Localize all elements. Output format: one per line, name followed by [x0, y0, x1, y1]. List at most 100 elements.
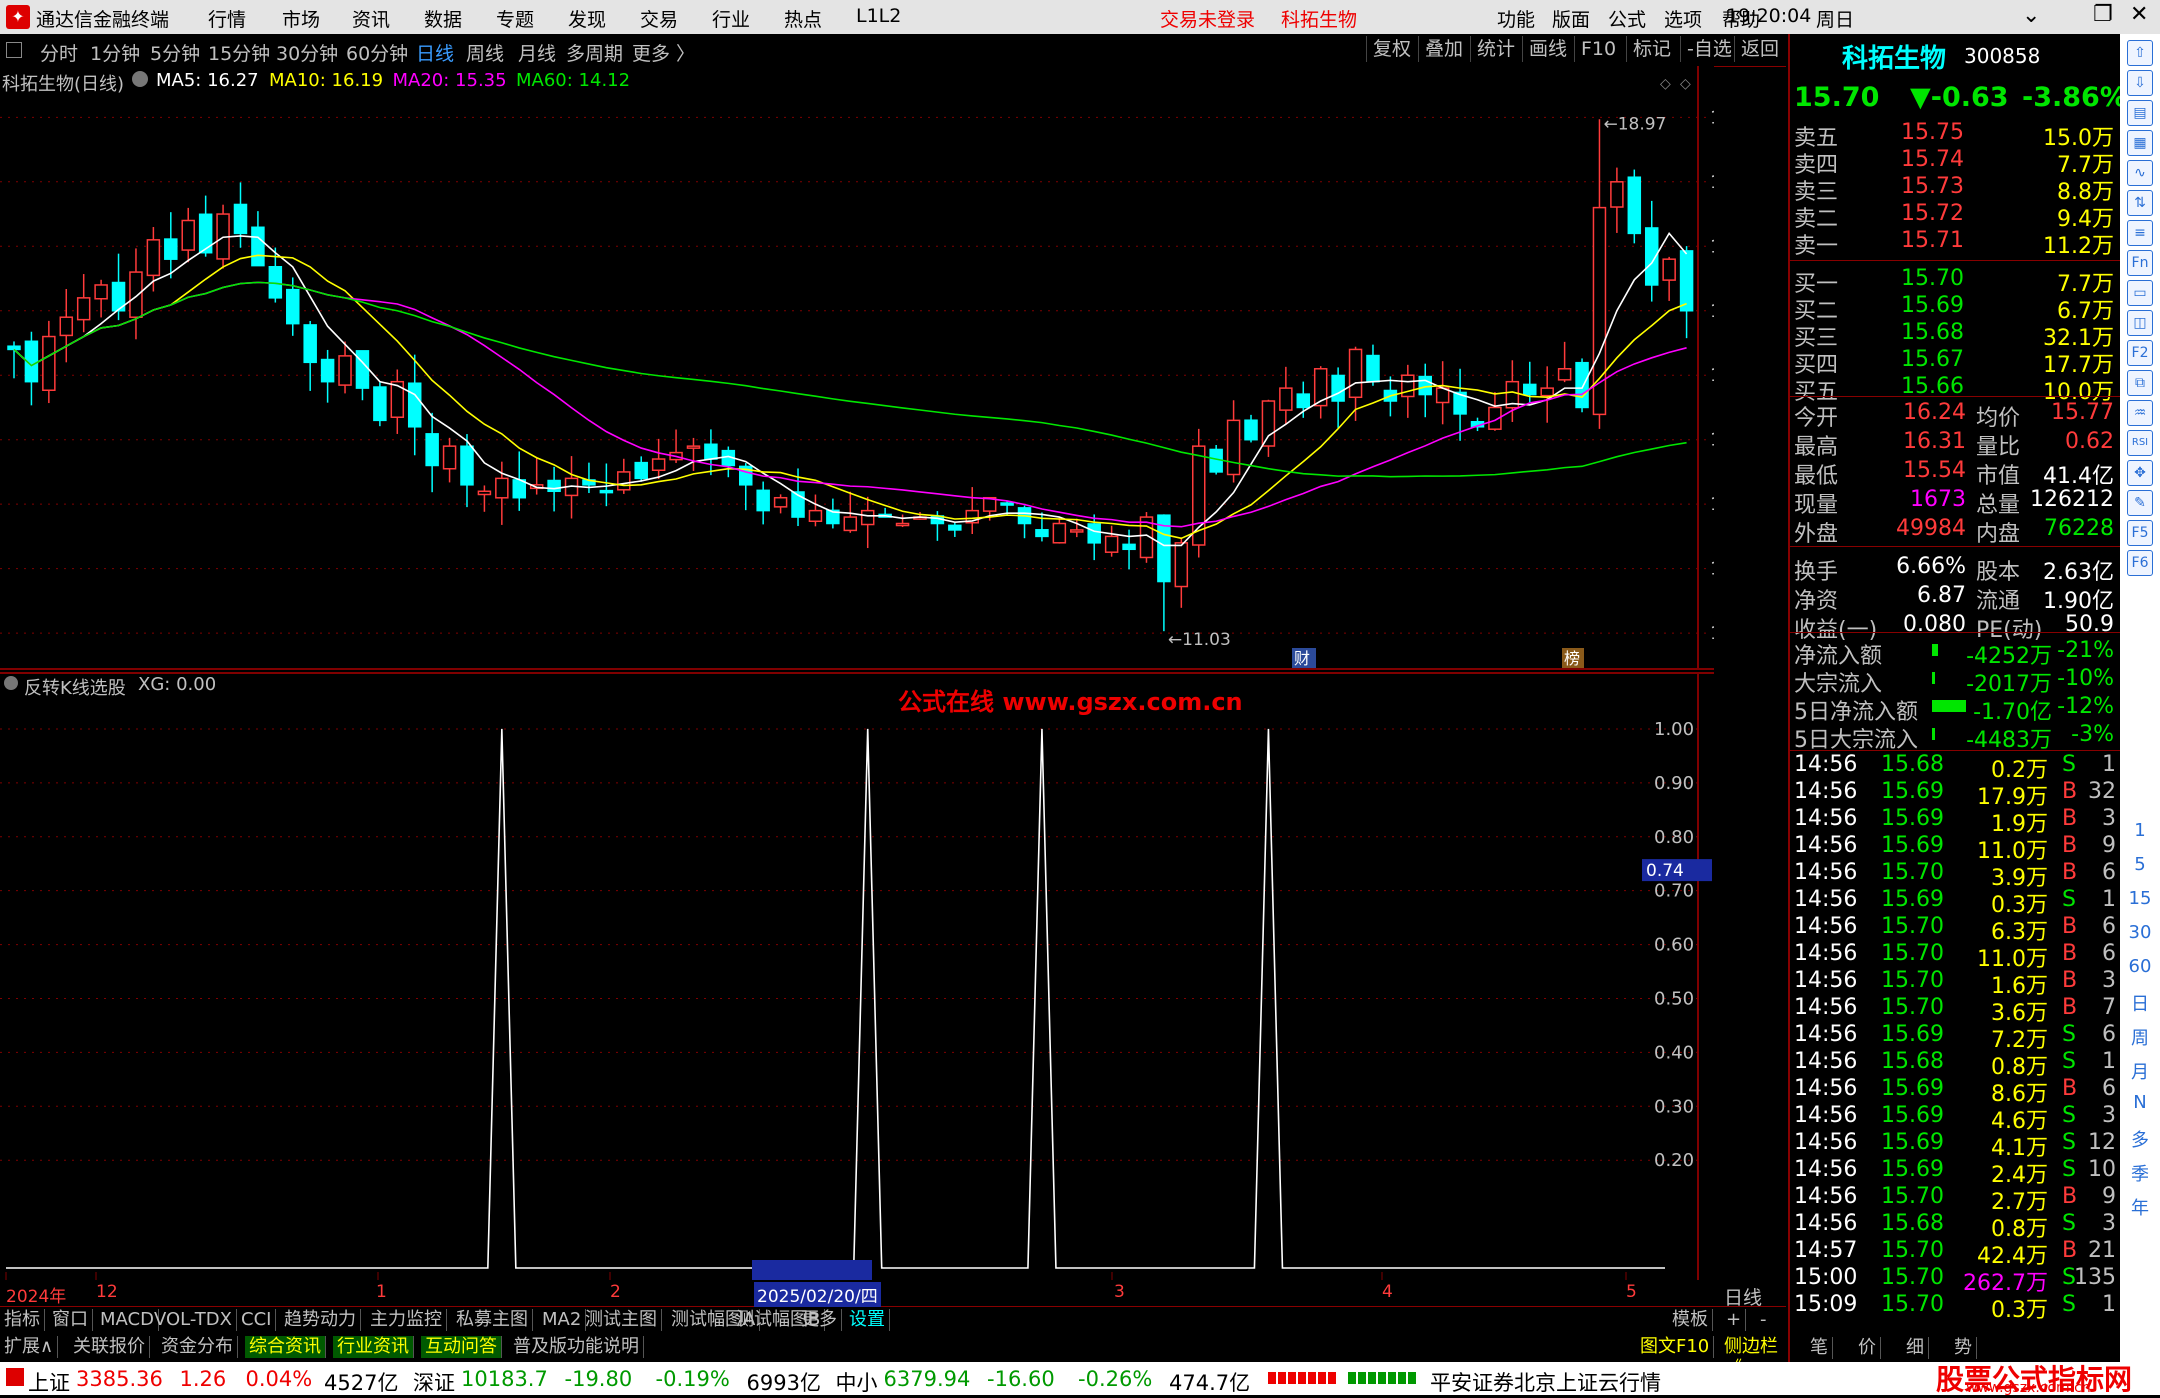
info-tab-0[interactable]: 扩展∧: [0, 1336, 59, 1358]
tab-4[interactable]: CCI: [237, 1309, 277, 1331]
tool-5[interactable]: 标记: [1626, 36, 1677, 62]
tool-6[interactable]: -自选: [1680, 36, 1738, 62]
menu-8[interactable]: 热点: [784, 5, 822, 32]
period-1[interactable]: 1分钟: [90, 39, 140, 66]
fin-icon[interactable]: Fn: [2127, 250, 2153, 276]
tab-6[interactable]: 主力监控: [366, 1309, 447, 1331]
menu-1[interactable]: 市场: [282, 5, 320, 32]
template-button[interactable]: 模板: [1668, 1309, 1713, 1331]
trade-status[interactable]: 交易未登录: [1160, 5, 1255, 32]
period-6[interactable]: 日线: [416, 39, 454, 66]
tab-3[interactable]: VOL-TDX: [150, 1309, 237, 1331]
tab-7[interactable]: 私募主图: [452, 1309, 533, 1331]
f2-icon[interactable]: F2: [2127, 340, 2153, 366]
arrow-down-icon[interactable]: ⇩: [2127, 70, 2153, 96]
doc-icon[interactable]: ▭: [2127, 280, 2153, 306]
period-9[interactable]: 多周期: [566, 39, 623, 66]
grid-icon[interactable]: ▦: [2127, 130, 2153, 156]
right-menu-0[interactable]: 功能: [1497, 5, 1535, 32]
xg-indicator-chart[interactable]: 1.00 0.90 0.80 0.70 0.60 0.50 0.40 0.30 0.20 0.74: [0, 672, 1714, 1280]
detail-tab-1[interactable]: 价: [1854, 1337, 1881, 1359]
menu-4[interactable]: 专题: [496, 5, 534, 32]
tab-8[interactable]: MA2: [538, 1309, 587, 1331]
period-7[interactable]: 周线: [466, 39, 504, 66]
period-shortcut-8[interactable]: N: [2120, 1092, 2160, 1113]
candlestick-chart[interactable]: 19.00 18.00 17.00 16.00 15.00 14.00 13.00 12.00…: [0, 66, 1714, 670]
menu-2[interactable]: 资讯: [352, 5, 390, 32]
copy-icon[interactable]: ⧉: [2127, 370, 2153, 396]
rsi-icon[interactable]: RSI: [2127, 430, 2153, 456]
period-8[interactable]: 月线: [518, 39, 556, 66]
tab-9[interactable]: 测试主图: [581, 1309, 662, 1331]
index-name[interactable]: 中小: [836, 1367, 878, 1397]
detail-tab-3[interactable]: 势: [1950, 1337, 1977, 1359]
index-name[interactable]: 深证: [413, 1367, 455, 1397]
remove-button[interactable]: -: [1756, 1309, 1771, 1331]
tool-3[interactable]: 画线: [1522, 36, 1573, 62]
book-icon[interactable]: ▤: [2127, 100, 2153, 126]
period-shortcut-4[interactable]: 60: [2120, 956, 2160, 977]
wave-icon[interactable]: ♒: [2127, 400, 2153, 426]
period-10[interactable]: 更多 〉: [632, 39, 695, 66]
period-shortcut-7[interactable]: 月: [2120, 1058, 2160, 1084]
restore-icon[interactable]: ❐: [2093, 2, 2113, 27]
period-shortcut-5[interactable]: 日: [2120, 990, 2160, 1016]
tab-12[interactable]: 更多: [797, 1309, 842, 1331]
menu-7[interactable]: 行业: [712, 5, 750, 32]
period-0[interactable]: 分时: [40, 39, 78, 66]
indicator-options-icon[interactable]: [4, 676, 18, 690]
move-icon[interactable]: ✥: [2127, 460, 2153, 486]
info-tab-2[interactable]: 资金分布: [157, 1336, 238, 1358]
period-2[interactable]: 5分钟: [150, 39, 200, 66]
tool-1[interactable]: 叠加: [1418, 36, 1469, 62]
pen-icon[interactable]: ✎: [2127, 490, 2153, 516]
menu-5[interactable]: 发现: [568, 5, 606, 32]
tab-5[interactable]: 趋势动力: [280, 1309, 361, 1331]
list-icon[interactable]: ≡: [2127, 220, 2153, 246]
chart-options-icon[interactable]: [132, 71, 148, 87]
info-tab-1[interactable]: 关联报价: [69, 1336, 150, 1358]
period-shortcut-0[interactable]: 1: [2120, 820, 2160, 841]
period-5[interactable]: 60分钟: [346, 39, 408, 66]
period-4[interactable]: 30分钟: [276, 39, 338, 66]
detail-tab-2[interactable]: 细: [1902, 1337, 1929, 1359]
sidebar-tab[interactable]: 侧边栏《: [1720, 1336, 1786, 1379]
period-shortcut-6[interactable]: 周: [2120, 1024, 2160, 1050]
add-button[interactable]: +: [1722, 1309, 1747, 1331]
tool-7[interactable]: 返回: [1734, 36, 1785, 62]
menu-6[interactable]: 交易: [640, 5, 678, 32]
info-tab-5[interactable]: 互动问答: [421, 1336, 502, 1358]
right-menu-3[interactable]: 选项: [1664, 5, 1702, 32]
arrow-up-icon[interactable]: ⇧: [2127, 40, 2153, 66]
right-menu-2[interactable]: 公式: [1608, 5, 1646, 32]
f10-tab[interactable]: 图文F10: [1636, 1336, 1715, 1358]
panel-toggle-icon[interactable]: [6, 42, 22, 58]
f5-icon[interactable]: F5: [2127, 520, 2153, 546]
info-tab-4[interactable]: 行业资讯: [333, 1336, 414, 1358]
period-shortcut-9[interactable]: 多: [2120, 1126, 2160, 1152]
layers-icon[interactable]: ◫: [2127, 310, 2153, 336]
tool-2[interactable]: 统计: [1470, 36, 1521, 62]
period-shortcut-1[interactable]: 5: [2120, 854, 2160, 875]
index-name[interactable]: 上证: [28, 1367, 70, 1397]
sort-icon[interactable]: ⇅: [2127, 190, 2153, 216]
period-shortcut-10[interactable]: 季: [2120, 1160, 2160, 1186]
tab-13[interactable]: 设置: [845, 1309, 890, 1331]
minimize-icon[interactable]: ⌄: [2022, 3, 2040, 28]
chart-icon[interactable]: ∿: [2127, 160, 2153, 186]
period-shortcut-2[interactable]: 15: [2120, 888, 2160, 909]
period-shortcut-11[interactable]: 年: [2120, 1194, 2160, 1220]
info-tab-3[interactable]: 综合资讯: [245, 1336, 326, 1358]
period-shortcut-3[interactable]: 30: [2120, 922, 2160, 943]
right-menu-1[interactable]: 版面: [1552, 5, 1590, 32]
tool-4[interactable]: F10: [1574, 36, 1622, 62]
period-3[interactable]: 15分钟: [208, 39, 270, 66]
tab-1[interactable]: 窗口: [48, 1309, 93, 1331]
info-tab-6[interactable]: 普及版功能说明: [509, 1336, 644, 1358]
menu-0[interactable]: 行情: [208, 5, 246, 32]
detail-tab-0[interactable]: 笔: [1806, 1337, 1833, 1359]
menu-3[interactable]: 数据: [424, 5, 462, 32]
menu-9[interactable]: L1L2: [856, 5, 901, 27]
tab-0[interactable]: 指标: [0, 1309, 45, 1331]
close-icon[interactable]: ✕: [2130, 2, 2148, 27]
